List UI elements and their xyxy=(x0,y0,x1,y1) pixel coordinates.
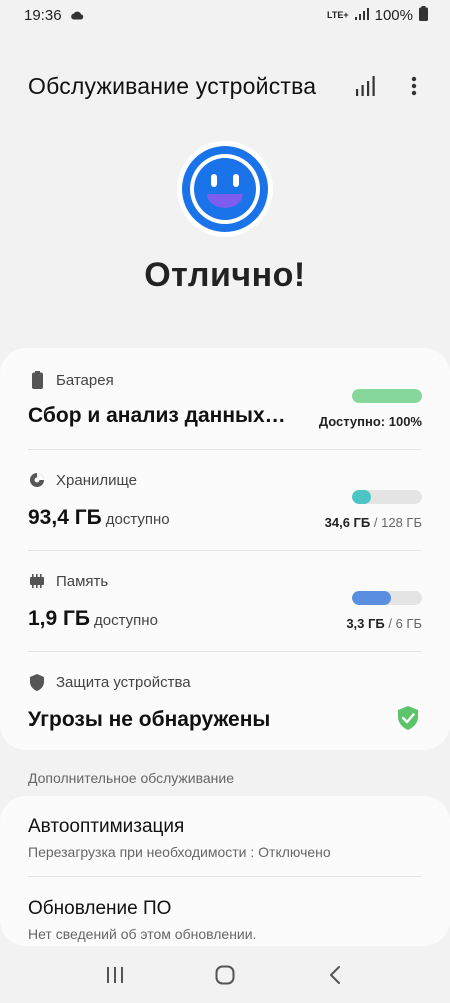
storage-value: 93,4 ГБ xyxy=(28,506,102,529)
recent-apps-icon[interactable] xyxy=(95,955,135,995)
page-title: Обслуживание устройства xyxy=(28,72,317,99)
battery-icon xyxy=(419,5,428,25)
clock: 19:36 xyxy=(24,6,62,24)
memory-chip-icon xyxy=(28,572,46,590)
maintenance-card: Батарея Сбор и анализ данных… Доступно: … xyxy=(0,348,450,750)
battery-value: Сбор и анализ данных… xyxy=(28,404,286,427)
memory-section[interactable]: Память 1,9 ГБ доступно 3,3 ГБ / 6 ГБ xyxy=(28,551,422,652)
storage-used: 34,6 ГБ xyxy=(324,515,371,530)
storage-unit: доступно xyxy=(105,511,170,528)
cloud-icon xyxy=(70,7,84,24)
software-update-subtitle: Нет сведений об этом обновлении. xyxy=(28,926,257,942)
extra-section-label: Дополнительное обслуживание xyxy=(28,770,235,786)
protection-value: Угрозы не обнаружены xyxy=(28,708,271,731)
extra-maintenance-card: Автооптимизация Перезагрузка при необход… xyxy=(0,796,450,946)
battery-section[interactable]: Батарея Сбор и анализ данных… Доступно: … xyxy=(28,370,422,450)
memory-label: Память xyxy=(56,572,109,590)
storage-header: Хранилище xyxy=(28,470,422,490)
battery-icon xyxy=(28,371,46,389)
storage-usage: 34,6 ГБ / 128 ГБ xyxy=(325,515,422,530)
status-left: 19:36 xyxy=(24,7,84,24)
battery-percent: 100% xyxy=(374,6,413,24)
memory-total: / 6 ГБ xyxy=(388,616,422,631)
battery-bar xyxy=(352,389,422,403)
network-type: LTE+ xyxy=(327,9,349,20)
memory-value: 1,9 ГБ xyxy=(28,607,91,630)
shield-icon xyxy=(28,673,46,691)
storage-bar-fill xyxy=(352,490,371,504)
memory-used: 3,3 ГБ xyxy=(346,616,385,631)
auto-optimization-title: Автооптимизация xyxy=(28,816,185,837)
software-update-title: Обновление ПО xyxy=(28,898,172,919)
battery-available: Доступно: 100% xyxy=(318,414,422,429)
divider xyxy=(28,876,422,877)
storage-bar xyxy=(352,490,422,504)
auto-optimization-item[interactable]: Автооптимизация Перезагрузка при необход… xyxy=(28,816,422,860)
storage-total: / 128 ГБ xyxy=(373,515,422,530)
status-bar: 19:36 LTE+ 100% xyxy=(0,0,450,30)
battery-label: Батарея xyxy=(56,371,114,389)
overall-status: Отлично! xyxy=(144,256,306,294)
shield-check-icon xyxy=(398,706,418,735)
memory-bar xyxy=(352,591,422,605)
storage-section[interactable]: Хранилище 93,4 ГБ доступно 34,6 ГБ / 128 … xyxy=(28,450,422,551)
software-update-item[interactable]: Обновление ПО Нет сведений об этом обнов… xyxy=(28,898,422,942)
pie-chart-icon xyxy=(28,471,46,489)
battery-header: Батарея xyxy=(28,370,422,390)
more-options-icon[interactable] xyxy=(402,72,426,100)
protection-label: Защита устройства xyxy=(56,673,191,691)
app-header: Обслуживание устройства xyxy=(28,68,426,104)
status-right: LTE+ 100% xyxy=(327,5,428,25)
protection-section[interactable]: Защита устройства Угрозы не обнаружены xyxy=(28,652,422,750)
storage-label: Хранилище xyxy=(56,471,137,489)
protection-header: Защита устройства xyxy=(28,672,422,692)
signal-icon xyxy=(354,7,369,24)
memory-value-line: 1,9 ГБ доступно xyxy=(28,607,158,631)
memory-bar-fill xyxy=(352,591,391,605)
memory-header: Память xyxy=(28,571,422,591)
memory-usage: 3,3 ГБ / 6 ГБ xyxy=(346,616,422,631)
auto-optimization-subtitle: Перезагрузка при необходимости : Отключе… xyxy=(28,844,331,860)
home-icon[interactable] xyxy=(205,955,245,995)
smiley-face-icon xyxy=(176,140,274,238)
navigation-bar xyxy=(0,947,450,1003)
header-actions xyxy=(354,72,426,100)
storage-value-line: 93,4 ГБ доступно xyxy=(28,506,170,530)
memory-unit: доступно xyxy=(94,612,158,629)
back-icon[interactable] xyxy=(315,955,355,995)
stats-icon[interactable] xyxy=(354,72,378,100)
battery-bar-fill xyxy=(352,389,422,403)
